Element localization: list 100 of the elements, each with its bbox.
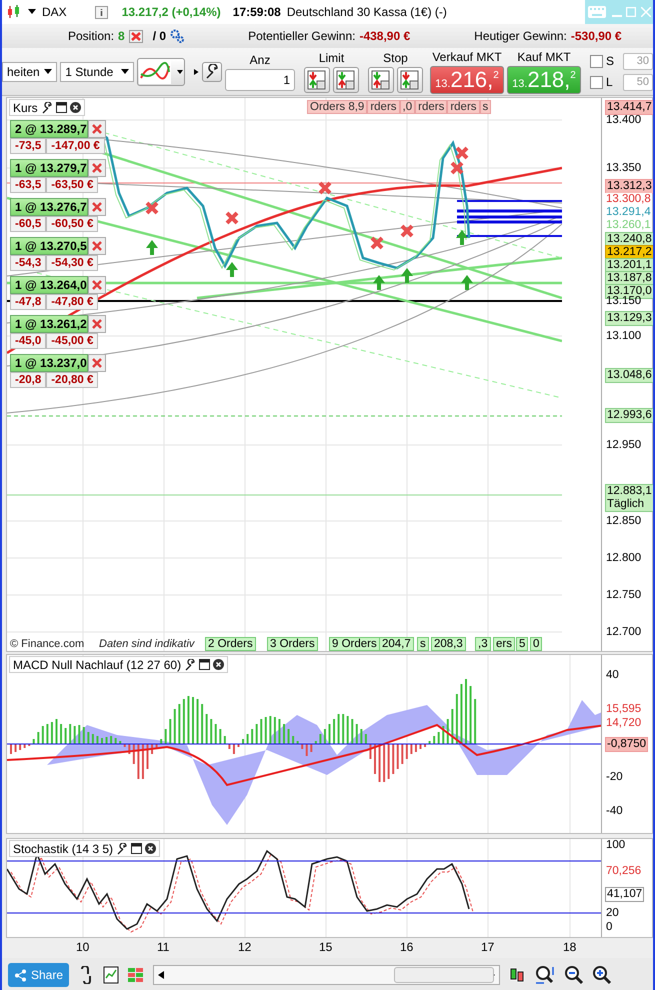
wrench-icon[interactable] <box>184 658 196 670</box>
close-position-button[interactable] <box>88 120 106 138</box>
price-marker: 12.993,6 <box>605 408 653 423</box>
axis-tick-label: 12.800 <box>605 552 642 565</box>
wrench-button[interactable] <box>202 62 222 82</box>
position-label[interactable]: 2 @ 13.289,7 <box>10 120 88 138</box>
points-value: -47,8 <box>10 294 46 310</box>
profit-value: -20,80 € <box>46 372 98 388</box>
axis-tick-label: 12.850 <box>605 515 642 528</box>
order-tag: ,0 <box>400 100 416 114</box>
price-marker: 41,107 <box>605 887 644 902</box>
position-label[interactable]: 1 @ 13.261,2 <box>10 315 88 333</box>
position-label[interactable]: 1 @ 13.264,0 <box>10 276 88 294</box>
daily-profit-label: Heutiger Gewinn: <box>474 29 567 43</box>
points-value: -73,5 <box>10 138 46 154</box>
close-position-button[interactable] <box>88 237 106 255</box>
cross-icon <box>92 280 102 290</box>
buy-label: Kauf MKT <box>517 50 571 64</box>
zoom-in-icon[interactable] <box>592 965 612 985</box>
order-tag: ers <box>493 637 515 651</box>
caret-icon[interactable] <box>28 9 36 15</box>
close-icon[interactable] <box>145 843 156 854</box>
order-tag: Orders 8,9 <box>307 100 368 114</box>
zoom-out-icon[interactable] <box>564 965 584 985</box>
cross-icon <box>92 358 102 368</box>
panel-title: MACD Null Nachlauf (12 27 60) <box>13 658 182 672</box>
position-label[interactable]: 1 @ 13.237,0 <box>10 354 88 372</box>
window-icon[interactable] <box>199 659 210 670</box>
info-icon[interactable] <box>94 6 108 18</box>
stop-buy-button[interactable] <box>368 66 394 92</box>
close-icon[interactable] <box>213 659 224 670</box>
report-icon[interactable] <box>103 966 120 984</box>
order-tag: 204,7 <box>379 637 414 651</box>
limit-sell-button[interactable] <box>333 66 359 92</box>
order-tag: 2 Orders <box>205 637 256 651</box>
profit-value: -63,50 € <box>46 177 98 193</box>
axis-tick-label: 13.350 <box>605 162 642 175</box>
close-position-button[interactable] <box>88 159 106 177</box>
position-label: Position: <box>68 29 114 43</box>
expand-arrow-icon[interactable] <box>194 68 199 76</box>
checkbox[interactable] <box>590 76 603 88</box>
panel-title: Kurs <box>13 100 38 114</box>
x-axis-label: 16 <box>400 940 414 954</box>
wrench-icon[interactable] <box>116 842 128 854</box>
symbol-label: DAX <box>42 5 67 19</box>
value-field[interactable]: 30 <box>623 52 653 70</box>
order-tag: rders <box>367 100 400 114</box>
position-label[interactable]: 1 @ 13.279,7 <box>10 159 88 177</box>
axis-tick-label: 13.100 <box>605 330 642 343</box>
price-marker: 13.291,4 <box>605 206 652 219</box>
scrollbar[interactable] <box>153 965 500 985</box>
wrench-icon[interactable] <box>40 102 53 114</box>
quantity-label: Anz <box>250 52 270 66</box>
order-tag: 9 Orders <box>329 637 380 651</box>
points-value: -54,3 <box>10 255 46 271</box>
close-icon[interactable] <box>70 102 81 113</box>
close-position-button[interactable] <box>88 354 106 372</box>
points-value: -60,5 <box>10 216 46 232</box>
checkbox-label: S <box>606 54 616 68</box>
position-label[interactable]: 1 @ 13.276,7 <box>10 198 88 216</box>
stop-label: Stop <box>383 50 408 64</box>
dropdown[interactable]: 1 Stunde <box>60 62 134 82</box>
scroll-thumb[interactable] <box>394 967 494 983</box>
last-price: 13.217,2 (+0,14%) <box>122 5 221 19</box>
stop-sell-button[interactable] <box>397 66 423 92</box>
order-tag: 5 <box>516 637 528 651</box>
zoom-fit-icon[interactable] <box>534 965 556 985</box>
close-position-button[interactable] <box>88 276 106 294</box>
instrument-name: Deutschland 30 Kassa (1€) (-) <box>286 5 447 19</box>
close-position-icon[interactable] <box>128 30 143 42</box>
window-icon[interactable] <box>131 843 142 854</box>
position-label[interactable]: 1 @ 13.270,5 <box>10 237 88 255</box>
price-marker: 13.048,6 <box>605 368 653 383</box>
order-tag: rders <box>415 100 448 114</box>
price-marker: 13.300,8 <box>605 193 652 206</box>
indicator-button[interactable] <box>137 58 186 86</box>
candlestick-icon[interactable] <box>6 4 22 20</box>
brick-icon[interactable] <box>127 967 146 983</box>
axis-tick-label: -40 <box>605 805 624 818</box>
axis-tick-label: 100 <box>605 839 626 852</box>
window-icon[interactable] <box>56 102 67 113</box>
quantity-field[interactable]: 1 <box>225 68 295 90</box>
close-position-button[interactable] <box>88 198 106 216</box>
value-field[interactable]: 50 <box>623 74 653 90</box>
cross-marker-icon <box>318 181 332 195</box>
cross-marker-icon <box>370 236 384 250</box>
order-tag: rders <box>447 100 480 114</box>
cross-icon <box>92 241 102 251</box>
up-arrow-icon <box>373 275 385 290</box>
checkbox[interactable] <box>590 54 603 68</box>
close-position-button[interactable] <box>88 315 106 333</box>
dropdown[interactable]: heiten <box>2 62 58 82</box>
daily-profit-value: -530,90 € <box>570 29 622 43</box>
cross-icon <box>92 202 102 212</box>
limit-buy-button[interactable] <box>304 66 330 92</box>
gear-icon[interactable] <box>170 29 184 43</box>
sell-label: Verkauf MKT <box>432 50 502 64</box>
scroll-left-icon[interactable] <box>158 971 164 979</box>
disclaimer-text: Daten sind indikativ <box>99 638 194 650</box>
price-marker: 12.883,1 Täglich <box>605 484 653 512</box>
